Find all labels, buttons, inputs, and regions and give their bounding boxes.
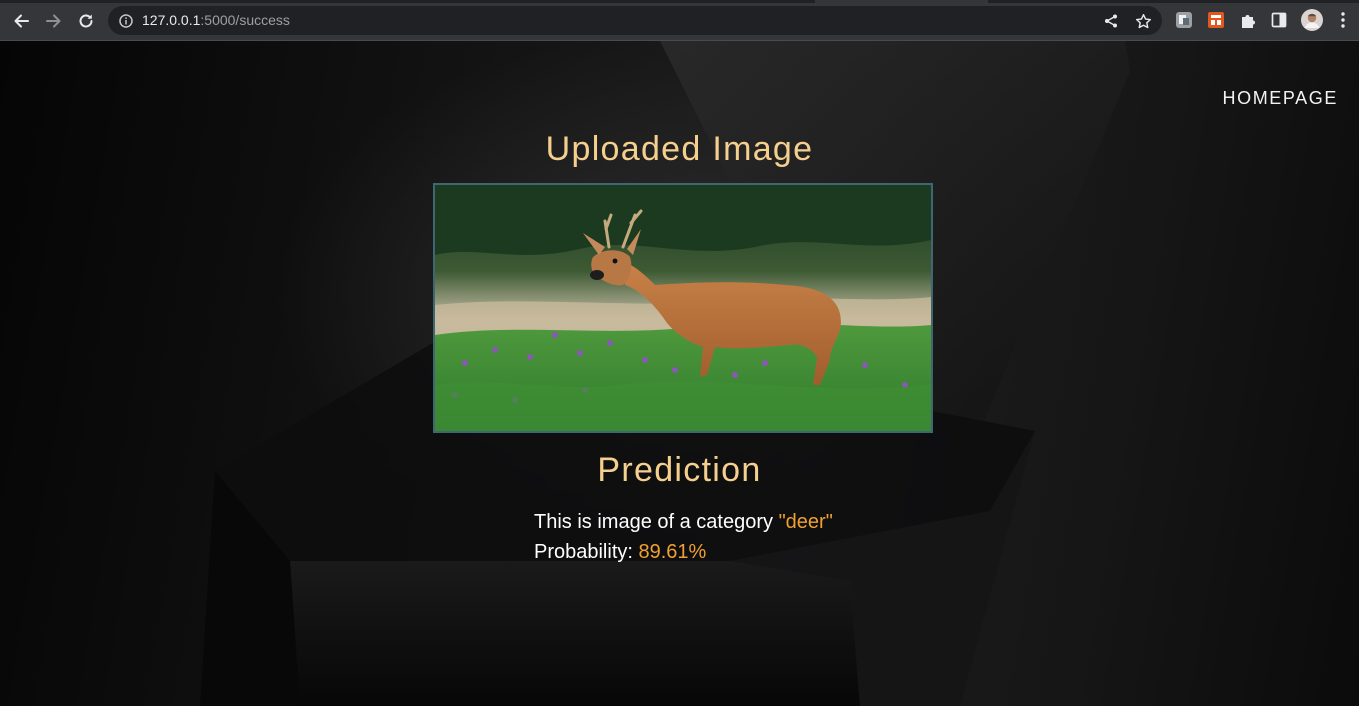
uploaded-image-heading: Uploaded Image [545,130,814,168]
profile-button[interactable] [1300,8,1324,32]
url-path: :5000/success [200,12,290,28]
category-label: This is image of a category [534,511,779,533]
puzzle-icon [1242,15,1255,28]
reload-icon [79,14,93,28]
bookmark-button[interactable] [1132,10,1154,32]
extension-app-icon [1208,12,1224,28]
tab-strip-edge [0,0,815,3]
share-icon [1105,14,1117,28]
side-panel-icon [1271,12,1287,28]
category-line: This is image of a category "deer" [534,507,833,537]
probability-line: Probability: 89.61% [534,537,833,567]
info-icon[interactable] [118,13,134,29]
prediction-result: This is image of a category "deer" Proba… [534,507,833,567]
uploaded-image [433,183,933,433]
avatar [1301,9,1323,31]
extension-button-1[interactable] [1173,9,1195,31]
url-text[interactable]: 127.0.0.1:5000/success [142,13,290,28]
deer-photo [435,185,931,431]
arrow-left-icon [14,14,29,28]
share-button[interactable] [1100,10,1122,32]
prediction-heading: Prediction [597,451,762,489]
address-bar[interactable]: 127.0.0.1:5000/success [108,6,1162,35]
probability-value: 89.61% [638,541,707,563]
browser-menu-button[interactable] [1333,9,1353,31]
tab-strip-edge [988,0,1359,3]
homepage-link[interactable]: HOMEPAGE [1223,88,1338,109]
star-icon [1135,13,1151,28]
url-host: 127.0.0.1 [142,12,201,28]
forward-button[interactable] [41,8,67,34]
side-panel-button[interactable] [1268,9,1290,31]
extensions-button[interactable] [1237,9,1259,31]
back-button[interactable] [8,8,34,34]
arrow-right-icon [46,14,61,28]
browser-toolbar: 127.0.0.1:5000/success [0,0,1359,41]
kebab-menu-icon [1341,12,1345,28]
extension-button-2[interactable] [1205,9,1227,31]
extension-app-icon [1176,12,1192,28]
page-content: HOMEPAGE Uploaded Image Prediction This … [0,41,1359,706]
reload-button[interactable] [73,8,99,34]
probability-label: Probability: [534,541,639,563]
category-value: "deer" [778,511,833,533]
